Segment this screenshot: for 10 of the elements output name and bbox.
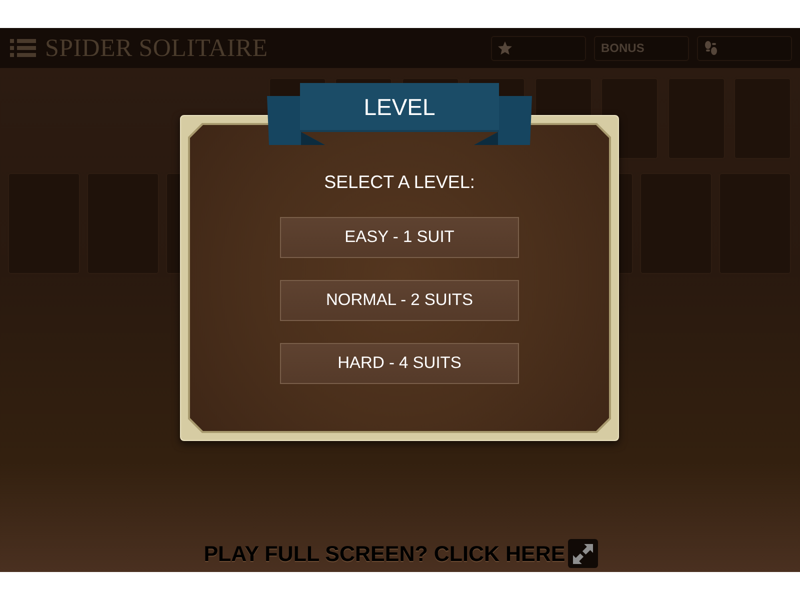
level-button[interactable]: EASY - 1 SUIT xyxy=(280,217,519,258)
level-button[interactable]: HARD - 4 SUITS xyxy=(280,343,519,384)
fullscreen-button[interactable] xyxy=(568,539,598,568)
star-icon xyxy=(498,41,512,55)
dialog-title: LEVEL xyxy=(364,96,436,119)
bonus-panel: BONUS xyxy=(594,36,689,60)
footprints-icon xyxy=(704,40,718,56)
dialog-prompt: SELECT A LEVEL: xyxy=(324,171,475,193)
level-button[interactable]: NORMAL - 2 SUITS xyxy=(280,280,519,321)
expand-icon xyxy=(573,544,594,564)
